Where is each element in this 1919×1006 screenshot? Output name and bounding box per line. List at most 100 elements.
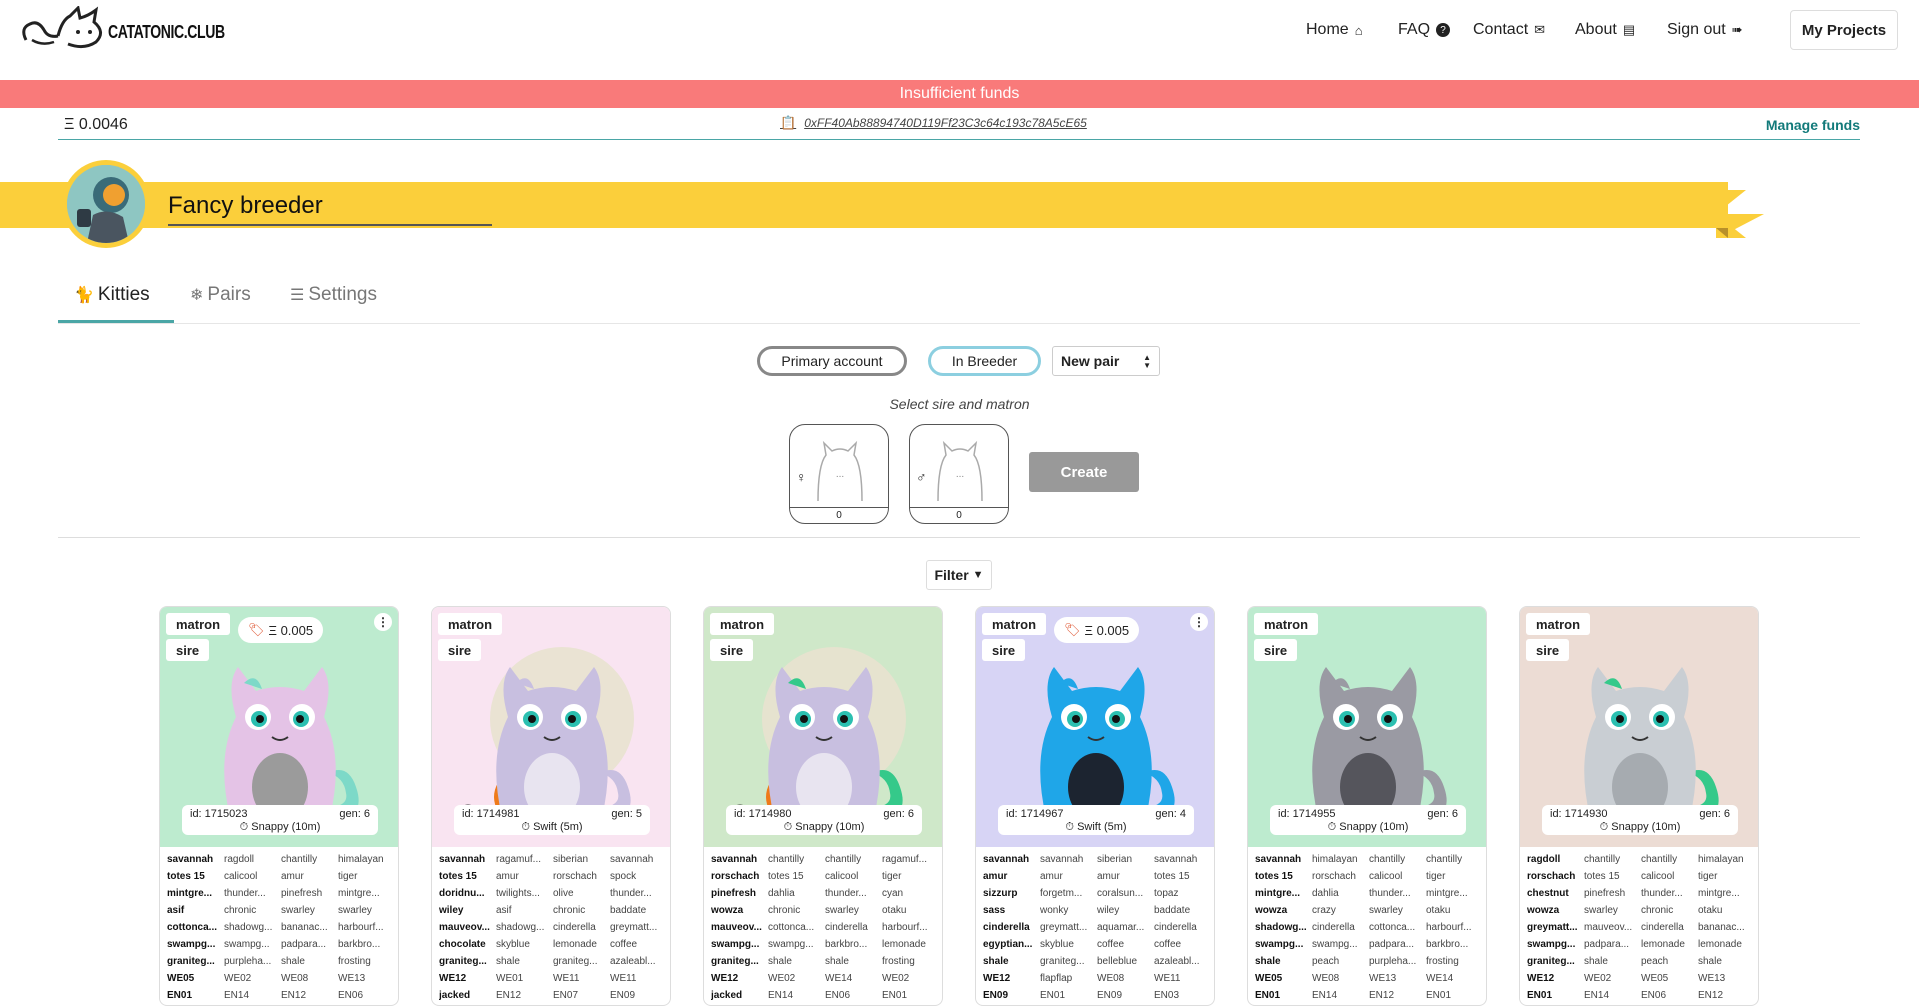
breeder-name[interactable]: Fancy breeder xyxy=(168,190,492,226)
my-projects-button[interactable]: My Projects xyxy=(1790,10,1898,50)
kitty-image-area[interactable]: matron sire id: 1714930 gen: 6 ⏱ Snappy … xyxy=(1520,607,1758,847)
trait-cell: WE08 xyxy=(1312,973,1340,984)
nav-sign-out-label[interactable]: Sign out xyxy=(1667,21,1726,39)
sire-tag-label[interactable]: sire xyxy=(720,643,743,658)
matron-slot[interactable]: ... ♀ 0 xyxy=(789,424,889,524)
nav-sign-out[interactable]: Sign out ➠ xyxy=(1667,20,1743,40)
pair-select-value[interactable]: New pair xyxy=(1061,353,1119,369)
trait-cell: WE05 xyxy=(1641,973,1669,984)
active-tab-indicator xyxy=(58,320,174,323)
trait-cell: shadowg... xyxy=(224,922,273,933)
breeder-avatar[interactable] xyxy=(62,160,150,248)
kitty-image-area[interactable]: matron sire 🏷 Ξ 0.005 ⋮ id: 1714967 gen: … xyxy=(976,607,1214,847)
trait-cell: WE12 xyxy=(983,973,1011,984)
trait-cell: shale xyxy=(1584,956,1608,967)
matron-tag-label[interactable]: matron xyxy=(720,617,764,632)
kitty-card[interactable]: matron sire id: 1714930 gen: 6 ⏱ Snappy … xyxy=(1519,606,1759,1006)
tab-settings[interactable]: ☰ Settings xyxy=(290,284,377,306)
matron-tag-label[interactable]: matron xyxy=(1536,617,1580,632)
matron-tag[interactable]: matron xyxy=(982,613,1047,635)
matron-tag-label[interactable]: matron xyxy=(992,617,1036,632)
kitty-card[interactable]: matron sire 🏷 Ξ 0.005 ⋮ id: 1715023 gen: … xyxy=(159,606,399,1006)
kebab-menu-icon[interactable]: ⋮ xyxy=(1190,613,1208,631)
sire-tag-label[interactable]: sire xyxy=(1536,643,1559,658)
sire-tag[interactable]: sire xyxy=(982,639,1026,661)
kitty-card[interactable]: matron sire id: 1714955 gen: 6 ⏱ Snappy … xyxy=(1247,606,1487,1006)
trait-cell: thunder... xyxy=(1641,888,1683,899)
matron-tag-label[interactable]: matron xyxy=(1264,617,1308,632)
sire-tag-label[interactable]: sire xyxy=(176,643,199,658)
kebab-menu-icon[interactable]: ⋮ xyxy=(374,613,392,631)
brand-name[interactable]: CATATONIC.CLUB xyxy=(108,22,225,43)
trait-cell: calicool xyxy=(224,871,258,882)
trait-cell: swampg... xyxy=(167,939,216,950)
tab-settings-label[interactable]: Settings xyxy=(308,284,377,306)
wallet-address-text[interactable]: 0xFF40Ab88894740D119Ff23C3c64c193c78A5cE… xyxy=(804,116,1087,130)
trait-cell: cinderella xyxy=(553,922,596,933)
filter-button[interactable]: Filter ▼ xyxy=(926,560,992,590)
trait-cell: chronic xyxy=(224,905,257,916)
manage-funds-link[interactable]: Manage funds xyxy=(1766,117,1860,133)
sire-tag[interactable]: sire xyxy=(1254,639,1298,661)
nav-home[interactable]: Home ⌂ xyxy=(1306,20,1363,40)
kitty-gen: gen: 6 xyxy=(339,808,370,820)
kitty-card[interactable]: matron sire 🏷 Ξ 0.005 ⋮ id: 1714967 gen: … xyxy=(975,606,1215,1006)
filter-label[interactable]: Filter xyxy=(934,567,968,583)
primary-account-toggle[interactable]: Primary account xyxy=(757,346,907,376)
copy-icon[interactable]: 📋 xyxy=(780,115,796,131)
sire-tag[interactable]: sire xyxy=(166,639,210,661)
cat-logo-icon[interactable] xyxy=(18,6,108,50)
matron-tag[interactable]: matron xyxy=(438,613,503,635)
matron-tag-label[interactable]: matron xyxy=(176,617,220,632)
trait-cell: flapflap xyxy=(1040,973,1073,984)
nav-home-label[interactable]: Home xyxy=(1306,21,1349,39)
pair-select[interactable]: New pair ▲ ▼ xyxy=(1052,346,1160,376)
sire-tag-label[interactable]: sire xyxy=(448,643,471,658)
trait-cell: mintgre... xyxy=(1255,888,1301,899)
nav-faq[interactable]: FAQ? xyxy=(1398,20,1451,40)
trait-cell: harbourf... xyxy=(338,922,384,933)
tab-kitties-label[interactable]: Kitties xyxy=(98,284,150,306)
trait-cell: ragamuf... xyxy=(882,854,928,865)
kitty-image-area[interactable]: matron sire id: 1714955 gen: 6 ⏱ Snappy … xyxy=(1248,607,1486,847)
kitty-gen: gen: 6 xyxy=(1699,808,1730,820)
nav-contact[interactable]: Contact ✉ xyxy=(1473,20,1545,40)
tab-kitties[interactable]: 🐈 Kitties xyxy=(74,284,150,306)
matron-tag[interactable]: matron xyxy=(166,613,231,635)
sire-slot[interactable]: ... ♂ 0 xyxy=(909,424,1009,524)
create-button[interactable]: Create xyxy=(1029,452,1139,492)
tab-pairs-label[interactable]: Pairs xyxy=(207,284,250,306)
sire-tag[interactable]: sire xyxy=(438,639,482,661)
kitty-image-area[interactable]: matron sire 🏷 Ξ 0.005 ⋮ id: 1715023 gen: … xyxy=(160,607,398,847)
matron-tag[interactable]: matron xyxy=(1254,613,1319,635)
kitty-info: id: 1715023 gen: 6 ⏱ Snappy (10m) xyxy=(182,805,378,835)
trait-cell: thunder... xyxy=(610,888,652,899)
nav-about[interactable]: About ▤ xyxy=(1575,20,1635,40)
trait-cell: WE14 xyxy=(825,973,853,984)
trait-cell: savannah xyxy=(1040,854,1084,865)
wallet-address[interactable]: 📋 0xFF40Ab88894740D119Ff23C3c64c193c78A5… xyxy=(780,115,1087,131)
nav-contact-label[interactable]: Contact xyxy=(1473,21,1528,39)
price-value: Ξ 0.005 xyxy=(268,622,314,638)
nav-faq-label[interactable]: FAQ xyxy=(1398,21,1430,39)
tab-pairs[interactable]: ❄ Pairs xyxy=(190,284,251,306)
sire-tag-label[interactable]: sire xyxy=(992,643,1015,658)
sire-tag[interactable]: sire xyxy=(1526,639,1570,661)
matron-tag-label[interactable]: matron xyxy=(448,617,492,632)
sire-tag-label[interactable]: sire xyxy=(1264,643,1287,658)
matron-tag[interactable]: matron xyxy=(1526,613,1591,635)
trait-cell: otaku xyxy=(1426,905,1451,916)
kitty-card[interactable]: matron sire id: 1714980 gen: 6 ⏱ Snappy … xyxy=(703,606,943,1006)
nav-about-label[interactable]: About xyxy=(1575,21,1617,39)
trait-cell: thunder... xyxy=(1369,888,1411,899)
trait-cell: swarley xyxy=(1369,905,1403,916)
trait-cell: amur xyxy=(496,871,519,882)
trait-cell: totes 15 xyxy=(768,871,804,882)
kitty-traits: savannah ragdoll chantilly himalayan totes 1… xyxy=(160,847,398,1003)
sire-tag[interactable]: sire xyxy=(710,639,754,661)
matron-tag[interactable]: matron xyxy=(710,613,775,635)
kitty-card[interactable]: matron sire id: 1714981 gen: 5 ⏱ Swift (… xyxy=(431,606,671,1006)
kitty-image-area[interactable]: matron sire id: 1714980 gen: 6 ⏱ Snappy … xyxy=(704,607,942,847)
kitty-image-area[interactable]: matron sire id: 1714981 gen: 5 ⏱ Swift (… xyxy=(432,607,670,847)
in-breeder-toggle[interactable]: In Breeder xyxy=(928,346,1041,376)
